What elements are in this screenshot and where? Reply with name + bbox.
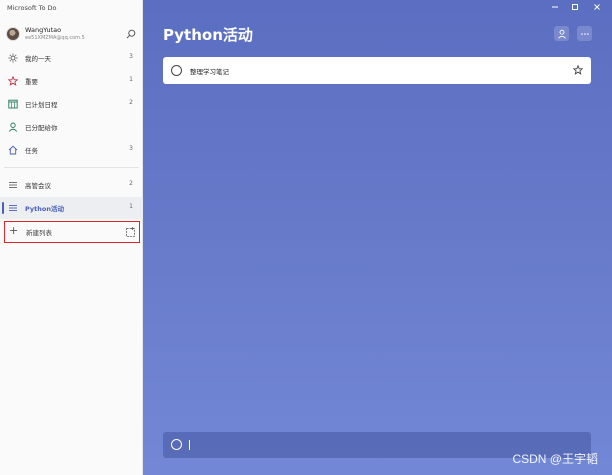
list-icon — [9, 205, 17, 211]
new-list-button[interactable]: + 新建列表 — [4, 221, 140, 243]
user-name: WangYutao — [25, 26, 62, 34]
minimize-icon[interactable] — [550, 2, 560, 12]
page-title: Python活动 — [163, 26, 253, 44]
person-add-icon — [557, 29, 566, 39]
sidebar-list-python-activity[interactable]: Python活动 1 — [0, 197, 143, 219]
close-icon[interactable] — [592, 2, 602, 12]
new-group-icon[interactable] — [126, 227, 135, 237]
user-email: ee51XMZMA@qq.com.5 — [25, 35, 85, 41]
more-options-button[interactable] — [577, 26, 592, 41]
sidebar-list-label: 高管会议 — [25, 182, 51, 190]
share-button[interactable] — [554, 26, 569, 41]
sidebar-item-label: 任务 — [25, 147, 38, 155]
sidebar-item-important[interactable]: 重要 1 — [0, 70, 143, 92]
sidebar-item-count: 3 — [129, 53, 133, 60]
search-icon[interactable] — [126, 29, 136, 39]
sidebar-item-planned[interactable]: 已计划日程 2 — [0, 93, 143, 115]
sun-icon — [8, 53, 18, 63]
sidebar-item-count: 1 — [129, 76, 133, 83]
sidebar-list-count: 1 — [129, 203, 133, 210]
app-title: Microsoft To Do — [7, 4, 57, 12]
task-item[interactable]: 整理学习笔记 — [163, 57, 591, 84]
sidebar-item-my-day[interactable]: 我的一天 3 — [0, 47, 143, 69]
star-icon[interactable] — [573, 65, 583, 75]
sidebar-divider — [4, 167, 139, 168]
task-title: 整理学习笔记 — [190, 68, 229, 76]
sidebar-item-tasks[interactable]: 任务 3 — [0, 139, 143, 161]
sidebar-list-exec-meeting[interactable]: 高管会议 2 — [0, 174, 143, 196]
star-icon — [8, 76, 18, 86]
new-list-label: 新建列表 — [26, 229, 52, 237]
sidebar: Microsoft To Do WangYutao ee51XMZMA@qq.c… — [0, 0, 143, 475]
add-task-circle-icon — [171, 439, 182, 450]
home-icon — [8, 145, 18, 155]
sidebar-list-count: 2 — [129, 180, 133, 187]
sidebar-item-label: 我的一天 — [25, 55, 51, 63]
plus-icon: + — [9, 224, 19, 237]
sidebar-list-label: Python活动 — [25, 205, 64, 213]
person-icon — [8, 122, 18, 132]
sidebar-item-count: 2 — [129, 99, 133, 106]
more-icon — [580, 32, 589, 35]
main-panel: Python活动 整理学习笔记 CSDN @王宇韬 — [143, 0, 612, 475]
sidebar-item-label: 已计划日程 — [25, 101, 58, 109]
sidebar-item-label: 已分配给你 — [25, 124, 58, 132]
sidebar-item-assigned[interactable]: 已分配给你 — [0, 116, 143, 138]
sidebar-item-count: 3 — [129, 145, 133, 152]
calendar-icon — [8, 99, 18, 109]
text-cursor — [189, 440, 190, 450]
list-icon — [9, 182, 17, 188]
sidebar-item-label: 重要 — [25, 78, 38, 86]
avatar[interactable] — [6, 27, 20, 41]
complete-task-checkbox[interactable] — [171, 65, 182, 76]
profile[interactable]: WangYutao ee51XMZMA@qq.com.5 — [5, 25, 140, 45]
watermark: CSDN @王宇韬 — [512, 452, 598, 466]
maximize-icon[interactable] — [570, 2, 580, 12]
